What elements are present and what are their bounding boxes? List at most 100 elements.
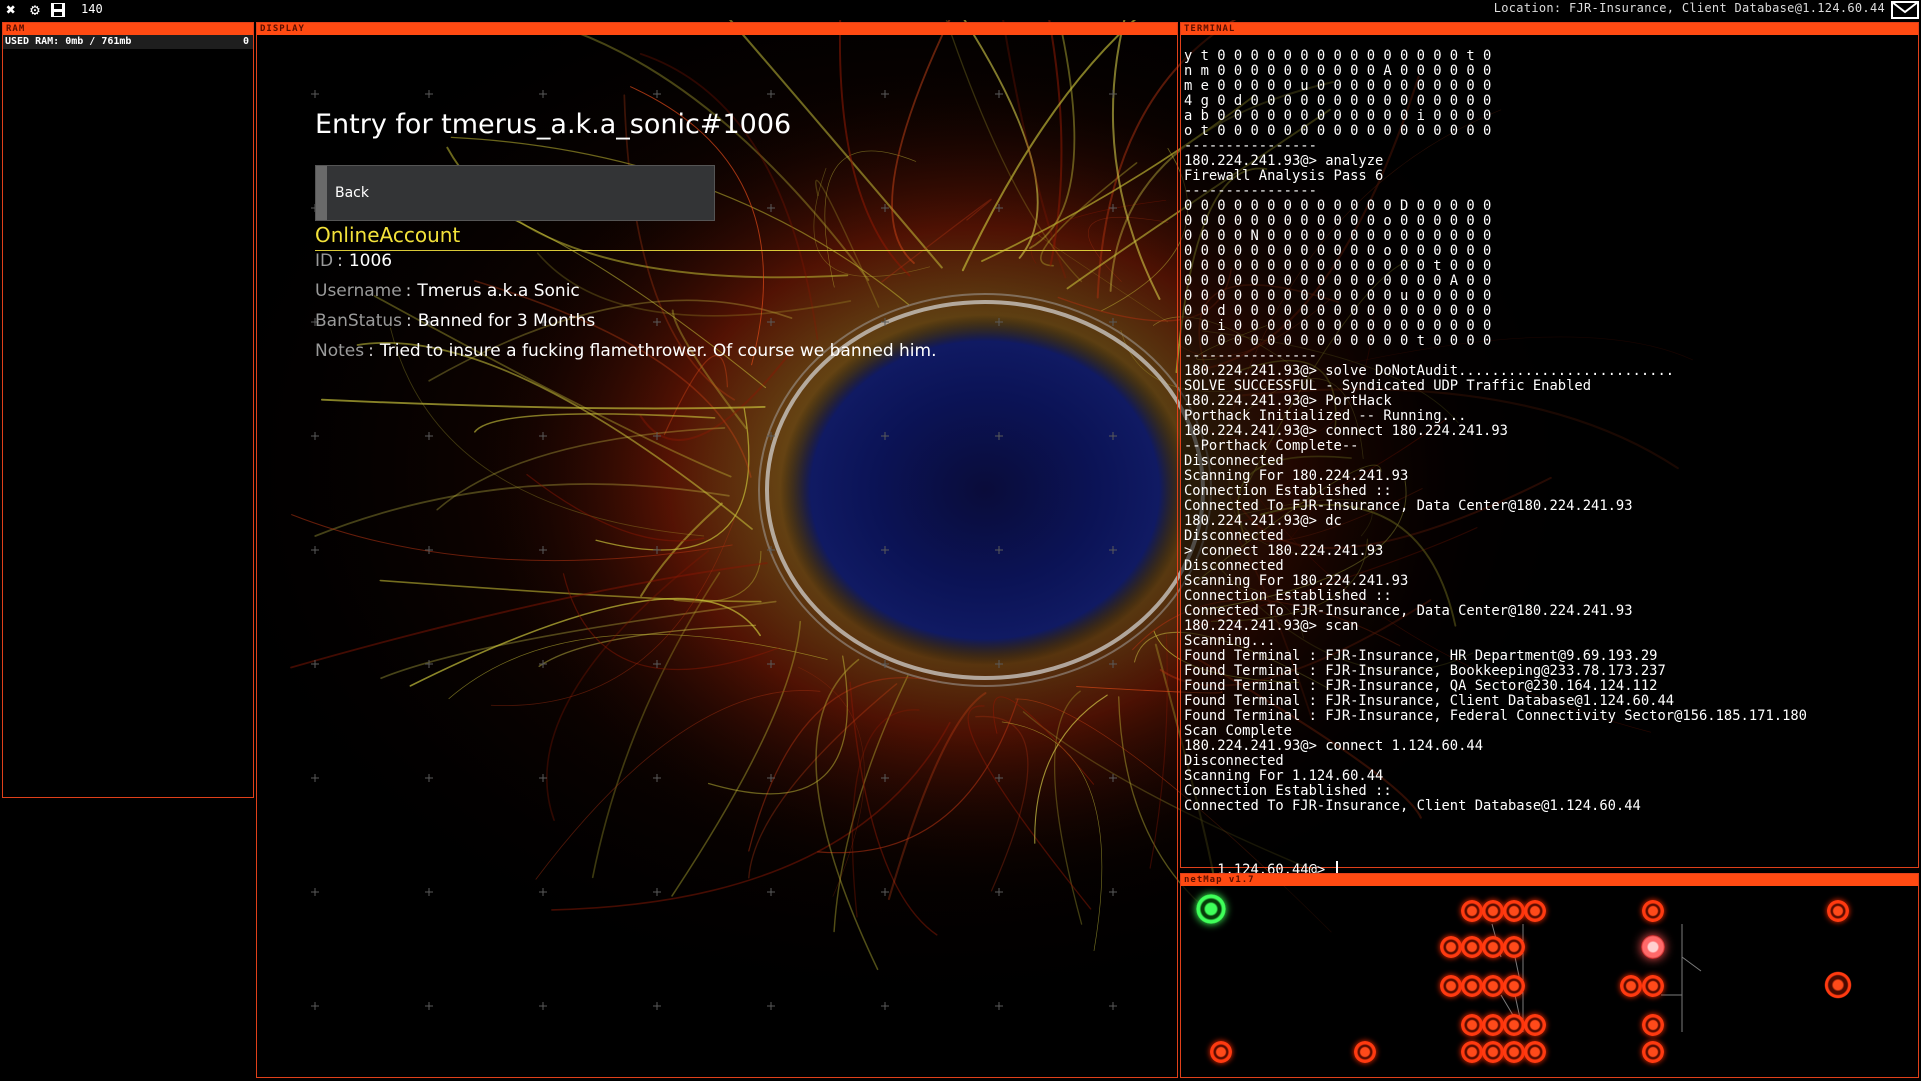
terminal-line: 180.224.241.93@> analyze bbox=[1184, 154, 1384, 169]
netmap-node[interactable] bbox=[1524, 1014, 1546, 1036]
terminal-line: y t 0 0 0 0 0 0 0 0 0 0 0 0 0 0 0 t 0 bbox=[1184, 49, 1492, 64]
terminal-line: ---------------- bbox=[1184, 139, 1317, 154]
field-username: Username: Tmerus a.k.a Sonic bbox=[315, 281, 580, 301]
field-notes-key: Notes bbox=[315, 341, 365, 361]
display-panel: DISPLAY Entry for tmerus_a.k.a_sonic#100… bbox=[256, 22, 1178, 1078]
field-id-value: 1006 bbox=[348, 251, 393, 271]
account-type-title: OnlineAccount bbox=[315, 223, 461, 247]
field-id-key: ID bbox=[315, 251, 334, 271]
netmap-panel-header: netMap v1.7 bbox=[1181, 874, 1918, 886]
field-banstatus-value: Banned for 3 Months bbox=[417, 311, 596, 331]
terminal-line: Scan Complete bbox=[1184, 724, 1292, 739]
terminal-output: y t 0 0 0 0 0 0 0 0 0 0 0 0 0 0 0 t 0n m… bbox=[1184, 49, 1914, 814]
field-notes-separator: : bbox=[368, 341, 374, 361]
netmap-node[interactable] bbox=[1461, 1041, 1483, 1063]
top-bar: ✖ ⚙ 140 Location: FJR-Insurance, Client … bbox=[0, 0, 1921, 20]
field-id: ID:1006 bbox=[315, 251, 392, 271]
netmap-node[interactable] bbox=[1642, 1041, 1664, 1063]
terminal-line: Connection Established :: bbox=[1184, 784, 1392, 799]
terminal-line: --Porthack Complete-- bbox=[1184, 439, 1359, 454]
netmap-node[interactable] bbox=[1524, 900, 1546, 922]
netmap-node[interactable] bbox=[1482, 1014, 1504, 1036]
field-username-value: Tmerus a.k.a Sonic bbox=[417, 281, 580, 301]
terminal-line: Scanning For 180.224.241.93 bbox=[1184, 469, 1409, 484]
terminal-line: Connected To FJR-Insurance, Client Datab… bbox=[1184, 799, 1641, 814]
terminal-line: o t 0 0 0 0 0 0 0 0 0 0 0 0 0 0 0 0 0 bbox=[1184, 124, 1492, 139]
terminal-line: 180.224.241.93@> scan bbox=[1184, 619, 1359, 634]
terminal-line: n m 0 0 0 0 0 0 0 0 0 0 A 0 0 0 0 0 0 bbox=[1184, 64, 1492, 79]
terminal-panel-header: TERMINAL bbox=[1181, 23, 1918, 35]
terminal-line: Connection Established :: bbox=[1184, 589, 1392, 604]
terminal-line: Porthack Initialized -- Running... bbox=[1184, 409, 1467, 424]
netmap-node-home[interactable] bbox=[1196, 894, 1226, 924]
netmap-node[interactable] bbox=[1642, 975, 1664, 997]
terminal-line: Found Terminal : FJR-Insurance, Federal … bbox=[1184, 709, 1807, 724]
field-banstatus: BanStatus: Banned for 3 Months bbox=[315, 311, 595, 331]
mail-icon[interactable] bbox=[1891, 1, 1919, 19]
terminal-line: 4 g 0 d 0 0 0 0 0 0 0 0 0 0 0 0 0 0 0 bbox=[1184, 94, 1492, 109]
ram-usage-count: 0 bbox=[242, 36, 249, 47]
ram-count: 140 bbox=[81, 2, 103, 16]
netmap-node[interactable] bbox=[1482, 900, 1504, 922]
ram-usage-label: USED RAM: 0mb / 761mb bbox=[5, 36, 132, 47]
netmap-node[interactable] bbox=[1503, 936, 1525, 958]
terminal-line: 0 0 0 0 0 0 0 0 0 0 0 0 0 u 0 0 0 0 0 bbox=[1184, 289, 1492, 304]
terminal-line: Found Terminal : FJR-Insurance, Bookkeep… bbox=[1184, 664, 1666, 679]
netmap-node[interactable] bbox=[1503, 900, 1525, 922]
terminal-line: Connected To FJR-Insurance, Data Center@… bbox=[1184, 604, 1633, 619]
netmap-node[interactable] bbox=[1482, 975, 1504, 997]
settings-gear-icon[interactable]: ⚙ bbox=[26, 1, 44, 19]
netmap-node[interactable] bbox=[1503, 1014, 1525, 1036]
netmap-node-current[interactable] bbox=[1641, 935, 1665, 959]
netmap-node[interactable] bbox=[1642, 900, 1664, 922]
field-id-separator: : bbox=[337, 251, 343, 271]
netmap-node[interactable] bbox=[1503, 1041, 1525, 1063]
netmap-node[interactable] bbox=[1482, 936, 1504, 958]
netmap-node[interactable] bbox=[1354, 1041, 1376, 1063]
terminal-line: Scanning... bbox=[1184, 634, 1276, 649]
terminal-line: m e 0 0 0 0 0 u 0 0 0 0 0 0 0 0 0 0 0 bbox=[1184, 79, 1492, 94]
terminal-line: 0 0 0 0 0 0 0 0 0 0 0 0 0 0 0 t 0 0 0 bbox=[1184, 259, 1492, 274]
netmap-node[interactable] bbox=[1524, 1041, 1546, 1063]
netmap-node[interactable] bbox=[1823, 970, 1853, 1000]
back-button[interactable]: Back bbox=[315, 165, 715, 221]
terminal-line: a b 0 0 0 0 0 0 0 0 0 0 0 0 i 0 0 0 0 bbox=[1184, 109, 1492, 124]
netmap-node[interactable] bbox=[1210, 1041, 1232, 1063]
terminal-line: 0 0 0 0 0 0 0 0 0 0 0 0 0 0 0 0 A 0 0 bbox=[1184, 274, 1492, 289]
netmap-node[interactable] bbox=[1461, 936, 1483, 958]
terminal-line: ---------------- bbox=[1184, 349, 1317, 364]
netmap-node[interactable] bbox=[1482, 1041, 1504, 1063]
terminal-line: Connection Established :: bbox=[1184, 484, 1392, 499]
netmap-node[interactable] bbox=[1620, 975, 1642, 997]
save-disk-icon[interactable] bbox=[49, 1, 67, 19]
terminal-line: 0 0 d 0 0 0 0 0 0 0 0 0 0 0 0 0 0 0 0 bbox=[1184, 304, 1492, 319]
netmap-node[interactable] bbox=[1461, 975, 1483, 997]
terminal-line: 180.224.241.93@> dc bbox=[1184, 514, 1342, 529]
netmap-node[interactable] bbox=[1440, 936, 1462, 958]
netmap-panel: netMap v1.7 bbox=[1180, 873, 1919, 1078]
netmap-node[interactable] bbox=[1461, 1014, 1483, 1036]
terminal-line: Scanning For 180.224.241.93 bbox=[1184, 574, 1409, 589]
netmap-node[interactable] bbox=[1642, 1014, 1664, 1036]
terminal-line: 0 0 0 0 N 0 0 0 0 0 0 0 0 0 0 0 0 0 0 bbox=[1184, 229, 1492, 244]
location-label: Location: FJR-Insurance, Client Database… bbox=[1493, 1, 1885, 15]
terminal-line: 0 0 0 0 0 0 0 0 0 0 0 0 0 D 0 0 0 0 0 bbox=[1184, 199, 1492, 214]
netmap-node[interactable] bbox=[1461, 900, 1483, 922]
netmap-node[interactable] bbox=[1503, 975, 1525, 997]
terminal-line: 180.224.241.93@> connect 180.224.241.93 bbox=[1184, 424, 1508, 439]
terminal-line: 180.224.241.93@> connect 1.124.60.44 bbox=[1184, 739, 1484, 754]
terminal-line: Scanning For 1.124.60.44 bbox=[1184, 769, 1384, 784]
netmap-links bbox=[1491, 923, 1702, 1033]
terminal-line: 180.224.241.93@> solve DoNotAudit.......… bbox=[1184, 364, 1675, 379]
netmap-node[interactable] bbox=[1827, 900, 1849, 922]
back-button-label: Back bbox=[335, 185, 369, 201]
netmap-node[interactable] bbox=[1440, 975, 1462, 997]
field-username-key: Username bbox=[315, 281, 402, 301]
terminal-line: Connected To FJR-Insurance, Data Center@… bbox=[1184, 499, 1633, 514]
close-icon[interactable]: ✖ bbox=[2, 1, 20, 19]
terminal-line: Found Terminal : FJR-Insurance, QA Secto… bbox=[1184, 679, 1658, 694]
terminal-line: Firewall Analysis Pass 6 bbox=[1184, 169, 1384, 184]
terminal-panel[interactable]: TERMINAL y t 0 0 0 0 0 0 0 0 0 0 0 0 0 0… bbox=[1180, 22, 1919, 879]
ram-usage-bar: USED RAM: 0mb / 761mb 0 bbox=[3, 35, 253, 49]
field-banstatus-separator: : bbox=[406, 311, 412, 331]
